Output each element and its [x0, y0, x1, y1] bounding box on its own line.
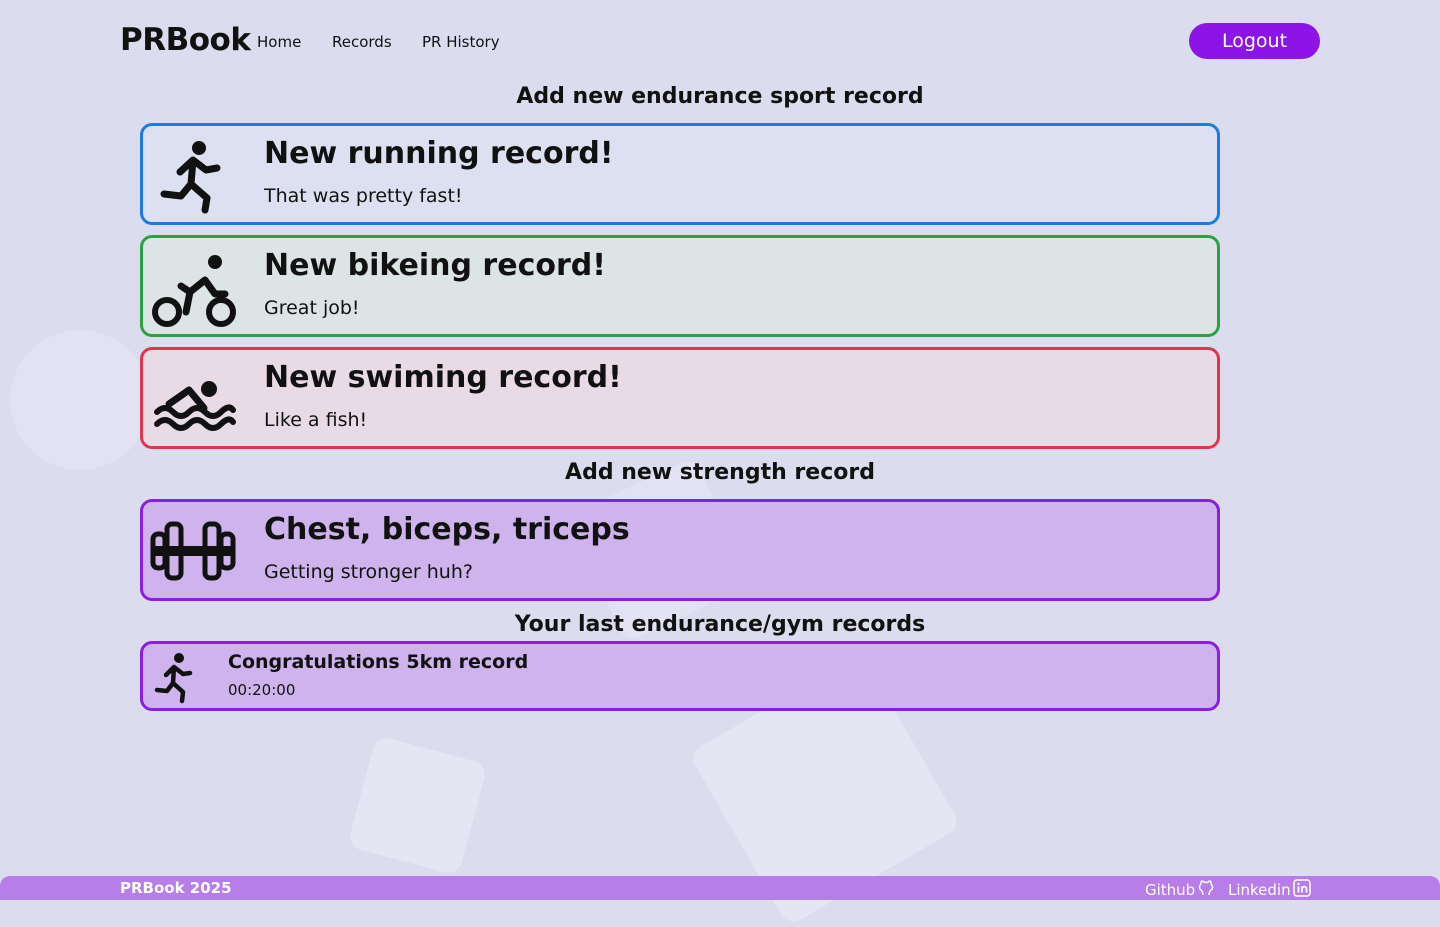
footer-brand: PRBook 2025: [120, 879, 232, 897]
card-subtitle: Getting stronger huh?: [264, 561, 473, 583]
brand-logo[interactable]: PRBook: [120, 22, 251, 58]
card-title: Chest, biceps, triceps: [264, 512, 630, 547]
record-value: 00:20:00: [228, 681, 296, 699]
github-icon: [1197, 879, 1215, 901]
last-records-title: Your last endurance/gym records: [514, 612, 926, 637]
dumbbell-icon: [149, 508, 237, 594]
running-icon: [149, 132, 237, 218]
last-record-item[interactable]: Congratulations 5km record 00:20:00: [140, 641, 1220, 711]
footer: PRBook 2025 Github Linkedin: [0, 876, 1440, 900]
card-subtitle: Great job!: [264, 297, 360, 319]
card-title: New swiming record!: [264, 360, 622, 395]
swimming-record-card[interactable]: New swiming record! Like a fish!: [140, 347, 1220, 449]
running-record-card[interactable]: New running record! That was pretty fast…: [140, 123, 1220, 225]
biking-record-card[interactable]: New bikeing record! Great job!: [140, 235, 1220, 337]
github-link[interactable]: Github: [1145, 879, 1215, 901]
linkedin-label: Linkedin: [1228, 881, 1291, 899]
card-title: New running record!: [264, 136, 614, 171]
logout-button[interactable]: Logout: [1189, 23, 1320, 59]
strength-record-card[interactable]: Chest, biceps, triceps Getting stronger …: [140, 499, 1220, 601]
background-shape: [10, 330, 150, 470]
nav-home-link[interactable]: Home: [257, 33, 301, 51]
card-title: New bikeing record!: [264, 248, 606, 283]
swimming-icon: [149, 356, 237, 442]
card-subtitle: That was pretty fast!: [264, 185, 463, 207]
top-navbar: PRBook Home Records PR History Logout: [0, 0, 1440, 84]
linkedin-link[interactable]: Linkedin: [1228, 879, 1311, 901]
endurance-section-title: Add new endurance sport record: [516, 84, 924, 109]
biking-icon: [149, 244, 237, 330]
background-shape: [347, 735, 488, 876]
nav-pr-history-link[interactable]: PR History: [422, 33, 500, 51]
github-label: Github: [1145, 881, 1196, 899]
card-subtitle: Like a fish!: [264, 409, 368, 431]
strength-section-title: Add new strength record: [565, 460, 875, 485]
running-icon: [149, 649, 201, 705]
nav-records-link[interactable]: Records: [332, 33, 392, 51]
record-title: Congratulations 5km record: [228, 651, 529, 673]
linkedin-icon: [1292, 879, 1311, 901]
